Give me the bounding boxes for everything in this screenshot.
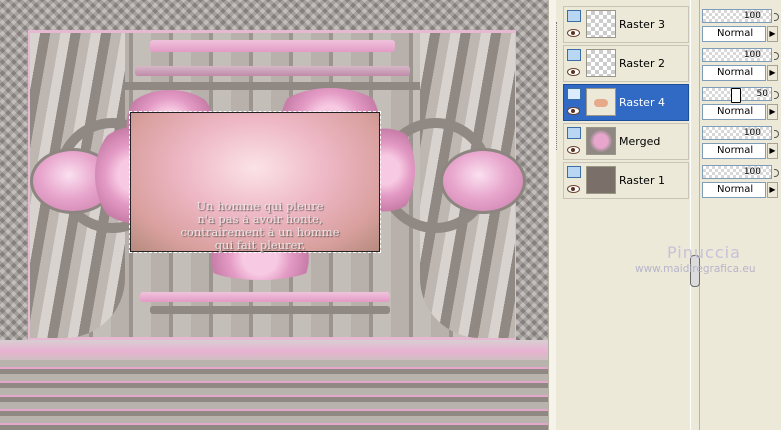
opacity-slider[interactable]: 100 [702,165,772,179]
layer-thumbnail [586,166,616,194]
dropdown-arrow-icon[interactable]: ▶ [767,65,778,81]
layer-thumbnail [586,88,616,116]
lock-icon[interactable] [774,52,779,60]
lock-icon[interactable] [774,130,779,138]
layer-row-raster-2[interactable]: Raster 2 [563,45,689,82]
dropdown-arrow-icon[interactable]: ▶ [767,143,778,159]
layer-props-merged: 100 Normal ▶ [702,126,779,161]
striped-floor [0,360,548,430]
eye-icon[interactable] [567,68,580,76]
opacity-value: 100 [743,128,761,138]
poem-text: Un homme qui pleure n'a pas à avoir hont… [140,200,380,252]
image-canvas[interactable]: Un homme qui pleure n'a pas à avoir hont… [0,0,548,430]
blend-mode-select[interactable]: Normal [702,65,766,81]
lock-icon[interactable] [774,91,779,99]
layer-name: Raster 4 [619,96,665,109]
layer-row-raster-3[interactable]: Raster 3 [563,6,689,43]
group-tree-line [556,22,558,150]
poem-line-4: qui fait pleurer. [214,238,306,252]
eye-icon[interactable] [567,185,580,193]
layer-row-raster-4[interactable]: Raster 4 [563,84,689,121]
layer-props-raster-2: 100 Normal ▶ [702,48,779,83]
eye-icon[interactable] [567,29,580,37]
raster-layer-icon [567,10,581,22]
layer-row-merged[interactable]: Merged [563,123,689,160]
dropdown-arrow-icon[interactable]: ▶ [767,26,778,42]
blend-mode-select[interactable]: Normal [702,143,766,159]
top-bar-3 [120,82,425,90]
bottom-bar-2 [150,306,390,314]
blend-mode-select[interactable]: Normal [702,26,766,42]
layer-name: Merged [619,135,661,148]
dropdown-arrow-icon[interactable]: ▶ [767,182,778,198]
top-bar-2 [135,66,410,76]
layer-props-raster-3: 100 Normal ▶ [702,9,779,44]
eye-icon[interactable] [567,146,580,154]
layer-name: Raster 2 [619,57,665,70]
bottom-bar-1 [140,292,390,302]
raster-layer-icon [567,127,581,139]
opacity-value: 100 [743,11,761,21]
blend-mode-value: Normal [717,67,754,78]
raster-layer-icon [567,88,581,100]
opacity-slider[interactable]: 100 [702,48,772,62]
blend-mode-select[interactable]: Normal [702,182,766,198]
watermark-url: www.maidiregrafica.eu [635,263,756,275]
right-pink-drop [440,148,526,214]
layer-props-raster-1: 100 Normal ▶ [702,165,779,200]
top-bar-1 [150,40,395,52]
layer-row-raster-1[interactable]: Raster 1 [563,162,689,199]
mouse-cursor-icon [731,88,741,103]
blend-mode-value: Normal [717,106,754,117]
panel-splitter[interactable] [690,0,700,430]
opacity-value: 100 [743,50,761,60]
opacity-value: 100 [743,167,761,177]
layer-name: Raster 3 [619,18,665,31]
dropdown-arrow-icon[interactable]: ▶ [767,104,778,120]
blend-mode-value: Normal [717,184,754,195]
raster-layer-icon [567,166,581,178]
layer-thumbnail [586,127,616,155]
blend-mode-select[interactable]: Normal [702,104,766,120]
opacity-value: 50 [756,89,768,99]
pink-strip [0,340,548,362]
layer-thumbnail [586,49,616,77]
opacity-slider[interactable]: 100 [702,9,772,23]
lock-icon[interactable] [774,169,779,177]
layer-name: Raster 1 [619,174,665,187]
lock-icon[interactable] [774,13,779,21]
opacity-slider[interactable]: 100 [702,126,772,140]
watermark-name: Pinuccia [667,243,741,262]
layer-thumbnail [586,10,616,38]
raster-layer-icon [567,49,581,61]
blend-mode-value: Normal [717,28,754,39]
blend-mode-value: Normal [717,145,754,156]
eye-icon[interactable] [567,107,580,115]
